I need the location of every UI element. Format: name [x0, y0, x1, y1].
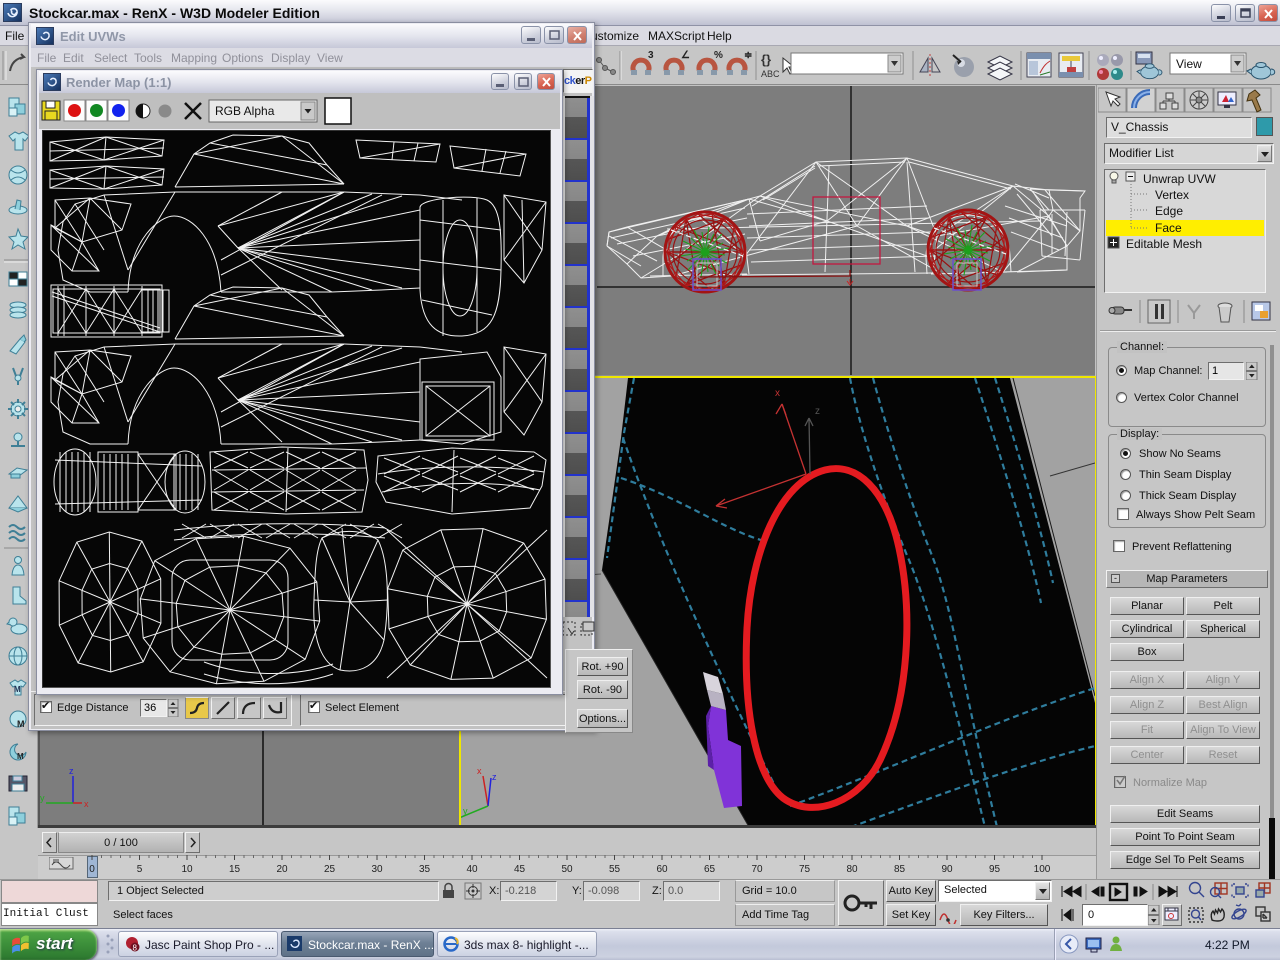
svg-text:%: %: [714, 50, 723, 61]
svg-text:≑: ≑: [744, 50, 752, 61]
svg-text:3: 3: [648, 50, 654, 61]
svg-text:85: 85: [894, 864, 906, 875]
svg-text:90: 90: [941, 864, 953, 875]
svg-text:95: 95: [989, 864, 1001, 875]
svg-text:RGB Alpha: RGB Alpha: [215, 104, 275, 118]
svg-text:55: 55: [609, 864, 621, 875]
svg-text:100: 100: [1034, 864, 1051, 875]
svg-text:View: View: [1176, 57, 1202, 71]
svg-text:5: 5: [137, 864, 143, 875]
svg-text:70: 70: [751, 864, 763, 875]
svg-text:30: 30: [371, 864, 383, 875]
svg-text:z: z: [69, 766, 74, 776]
svg-text:20: 20: [276, 864, 288, 875]
svg-text:Unwrap UVW: Unwrap UVW: [1143, 172, 1216, 186]
svg-text:40: 40: [466, 864, 478, 875]
svg-text:M: M: [14, 685, 21, 694]
svg-text:x: x: [84, 799, 89, 809]
svg-text:8: 8: [133, 944, 138, 953]
svg-text:60: 60: [656, 864, 668, 875]
svg-text:M: M: [17, 719, 25, 729]
svg-text:{}: {}: [761, 52, 771, 67]
svg-text:Vertex: Vertex: [1155, 188, 1189, 202]
svg-text:x: x: [477, 766, 482, 776]
svg-text:M: M: [17, 752, 24, 761]
svg-text:35: 35: [419, 864, 431, 875]
svg-text:∠: ∠: [681, 50, 690, 61]
svg-text:y: y: [40, 793, 45, 803]
svg-text:y: y: [463, 806, 468, 816]
svg-text:z: z: [815, 406, 820, 417]
svg-text:ABC: ABC: [761, 69, 780, 79]
svg-text:65: 65: [704, 864, 716, 875]
svg-text:80: 80: [846, 864, 858, 875]
svg-text:0: 0: [89, 864, 95, 875]
svg-text:Editable Mesh: Editable Mesh: [1126, 237, 1202, 251]
svg-text:Edge: Edge: [1155, 204, 1183, 218]
svg-text:25: 25: [324, 864, 336, 875]
svg-text:z: z: [492, 772, 497, 782]
svg-text:Face: Face: [1155, 221, 1182, 235]
svg-text:15: 15: [229, 864, 241, 875]
svg-text:45: 45: [514, 864, 526, 875]
svg-text:x: x: [775, 388, 780, 399]
svg-text:50: 50: [561, 864, 573, 875]
svg-text:75: 75: [799, 864, 811, 875]
svg-text:10: 10: [181, 864, 193, 875]
